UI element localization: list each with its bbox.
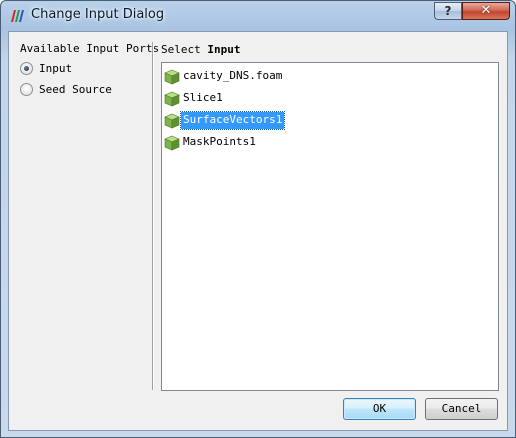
tree-item-cavity-dns-foam[interactable]: cavity_DNS.foam [164, 67, 464, 87]
dialog-body: Available Input Ports Input Seed Source … [8, 31, 508, 431]
pipeline-tree[interactable]: cavity_DNS.foam Slice1 SurfaceVectors1 M… [161, 62, 499, 391]
cube-icon [164, 91, 180, 107]
tree-item-surfacevectors1[interactable]: SurfaceVectors1 [164, 111, 464, 131]
select-input-heading: Select Input [161, 43, 240, 56]
select-prefix: Select [161, 43, 208, 56]
title-bar[interactable]: Change Input Dialog ? ✕ [1, 1, 515, 31]
tree-item-maskpoints1[interactable]: MaskPoints1 [164, 133, 464, 153]
ok-button[interactable]: OK [343, 398, 416, 420]
radio-button-icon[interactable] [20, 62, 33, 75]
cube-icon [164, 113, 180, 129]
available-ports-heading: Available Input Ports [20, 42, 160, 55]
tree-item-label: Slice1 [183, 91, 223, 104]
tree-item-slice1[interactable]: Slice1 [164, 89, 464, 109]
window-title: Change Input Dialog [31, 7, 165, 22]
tree-item-label: MaskPoints1 [183, 135, 256, 148]
radio-label: Input [39, 62, 73, 75]
cube-icon [164, 69, 180, 85]
radio-label: Seed Source [39, 83, 112, 96]
help-button[interactable]: ? [434, 2, 462, 20]
select-port-name: Input [207, 43, 241, 56]
cube-icon [164, 135, 180, 151]
cancel-button[interactable]: Cancel [425, 398, 498, 420]
paraview-app-icon [11, 10, 24, 22]
vertical-separator [152, 42, 154, 390]
close-button[interactable]: ✕ [462, 2, 510, 20]
dialog-window: Change Input Dialog ? ✕ Available Input … [0, 0, 516, 438]
radio-button-icon[interactable] [20, 83, 33, 96]
tree-item-label: SurfaceVectors1 [179, 111, 286, 130]
tree-item-label: cavity_DNS.foam [183, 69, 283, 82]
